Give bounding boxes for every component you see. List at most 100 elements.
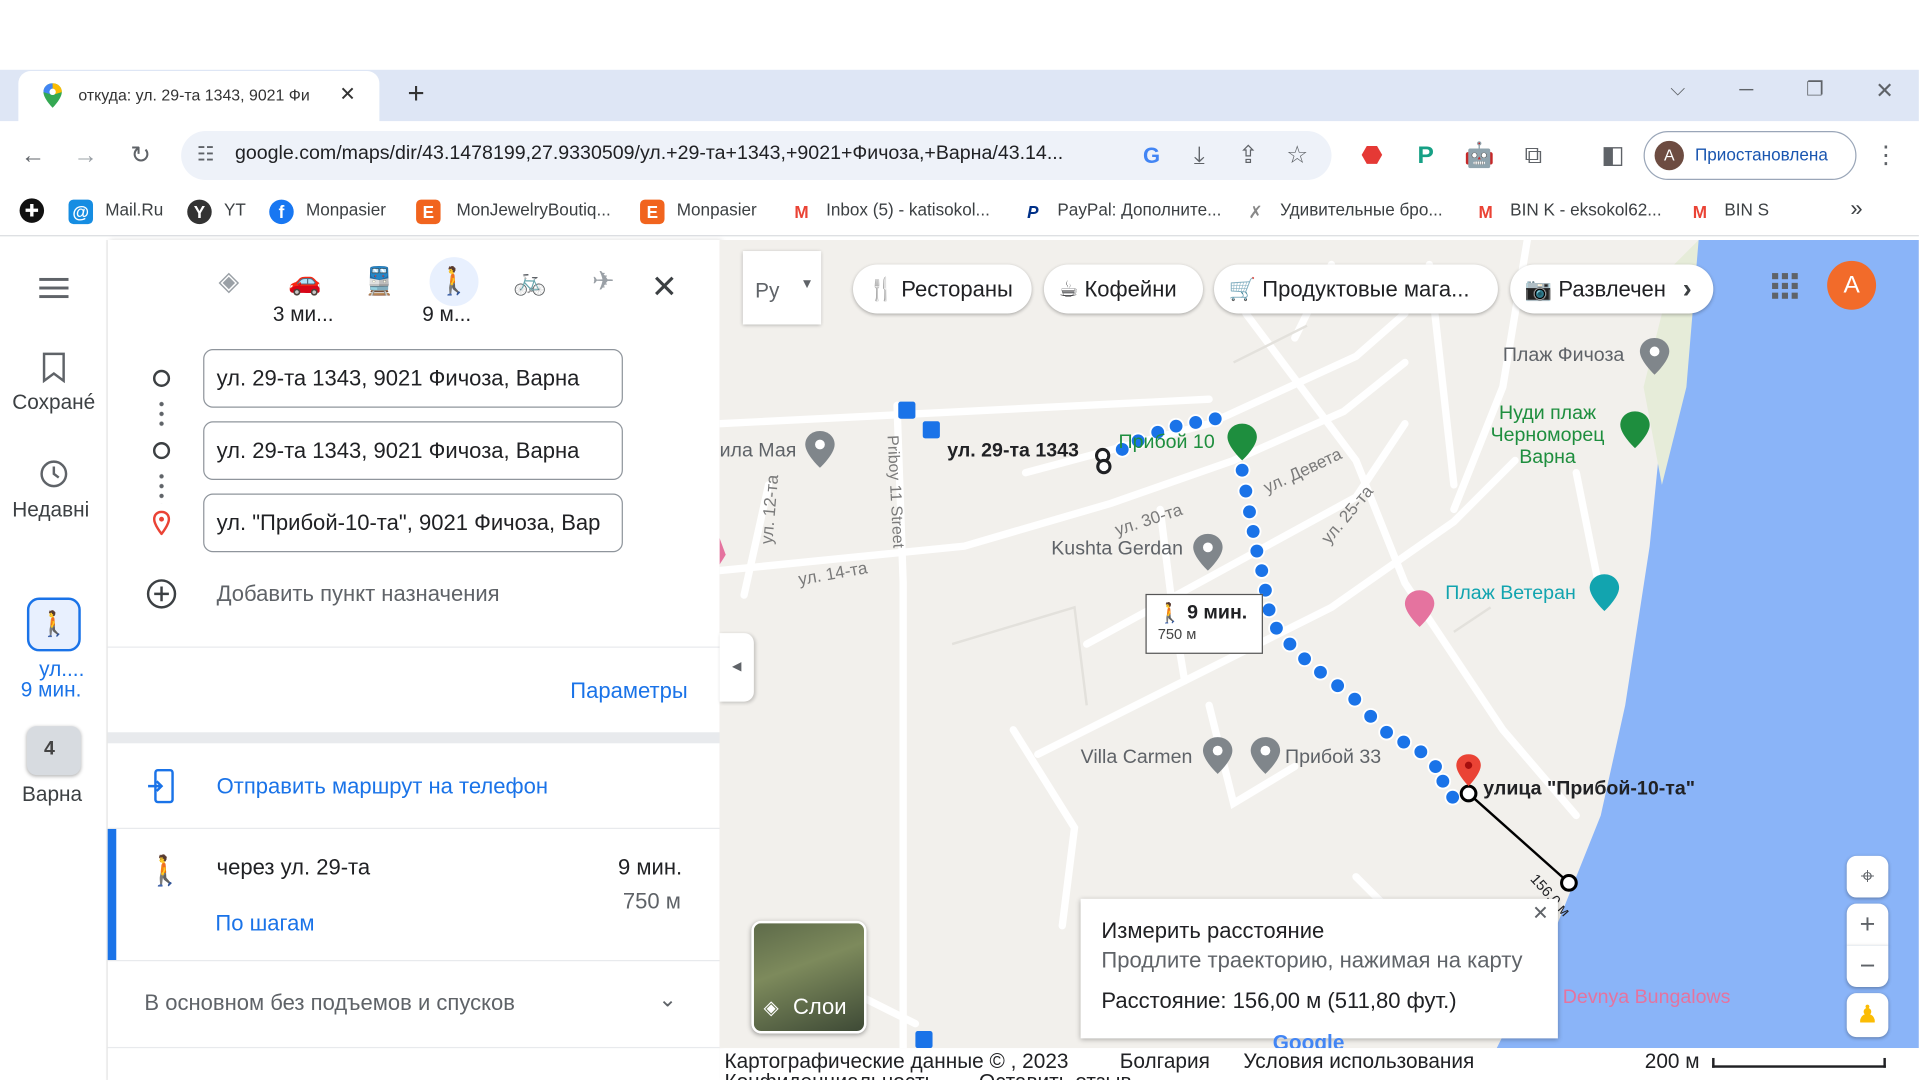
bookmark-item[interactable]: MonJewelryBoutiq... — [456, 200, 610, 220]
bookmark-item[interactable]: Monpasier — [306, 200, 386, 220]
walk-time: 9 м... — [422, 302, 472, 326]
bookmark-item[interactable]: YT — [224, 200, 246, 220]
walk-icon[interactable]: 🚶 — [436, 263, 473, 300]
share-icon[interactable]: ⇪ — [1232, 141, 1264, 170]
pegman-icon[interactable]: ♟ — [1846, 993, 1889, 1038]
reload-icon[interactable]: ↻ — [125, 141, 157, 170]
feedback-link[interactable]: Оставить отзыв — [979, 1070, 1131, 1080]
layers-label: Слои — [793, 994, 847, 1019]
bookmark-star-icon[interactable]: ☆ — [1281, 141, 1313, 170]
site-settings-icon[interactable]: ☷ — [190, 141, 222, 170]
terms-link[interactable]: Условия использования — [1243, 1049, 1474, 1073]
measure-close-icon[interactable]: ✕ — [1532, 901, 1548, 925]
bookmark-item[interactable]: BIN S — [1724, 200, 1769, 220]
side-panel-icon[interactable]: ◧ — [1597, 141, 1629, 170]
user-avatar[interactable]: A — [1827, 260, 1877, 310]
nudi-beach-label[interactable]: Нуди плаж Черноморец Варна — [1491, 403, 1605, 469]
etsy-icon: E — [640, 199, 665, 225]
beach-fichoza-label[interactable]: Плаж Фичоза — [1503, 345, 1625, 367]
transit-icon[interactable]: 🚆 — [361, 263, 398, 300]
tab-close-icon[interactable]: ✕ — [332, 81, 364, 110]
zoom-in-icon[interactable]: + — [1846, 903, 1889, 946]
varna-label[interactable]: Варна — [22, 782, 82, 806]
extensions-puzzle-icon[interactable]: ⧉ — [1518, 141, 1550, 170]
bookmark-item[interactable]: PayPal: Дополните... — [1057, 200, 1221, 220]
layers-icon: ◈ — [763, 997, 779, 1019]
waypoint-input[interactable]: ул. 29-та 1343, 9021 Фичоза, Варна — [203, 421, 623, 481]
robot-extension-icon[interactable]: 🤖 — [1464, 141, 1496, 170]
menu-icon[interactable] — [39, 277, 69, 299]
camera-icon: 📷 — [1524, 276, 1553, 302]
chrome-menu-icon[interactable]: ⋮ — [1870, 141, 1902, 170]
expand-chevron-icon[interactable]: ⌄ — [658, 987, 676, 1013]
my-location-icon[interactable]: ⌖ — [1846, 855, 1889, 898]
zoom-out-icon[interactable]: − — [1846, 945, 1889, 987]
google-apps-grid-icon[interactable] — [1771, 272, 1800, 301]
vila-maya-label[interactable]: ила Мая — [720, 441, 797, 463]
map-scale-label[interactable]: 200 м — [1645, 1049, 1700, 1073]
bookmark-item[interactable]: Inbox (5) - katisokol... — [826, 200, 990, 220]
saved-bookmark-icon[interactable] — [40, 351, 67, 384]
gmail-icon: M — [1692, 202, 1707, 222]
chip-restaurants-label: Рестораны — [901, 276, 1013, 302]
adblock-extension-icon[interactable]: ⬣ — [1356, 141, 1388, 170]
chip-cafes[interactable]: ☕ Кофейни — [1043, 264, 1203, 314]
tab-search-chevron-icon[interactable]: ⌵ — [1662, 76, 1694, 105]
collapse-panel-button[interactable]: ◀ — [719, 633, 754, 702]
chip-restaurants[interactable]: 🍴 Рестораны — [852, 264, 1032, 314]
restaurant-icon: 🍴 — [867, 276, 896, 302]
window-close-icon[interactable]: ✕ — [1869, 76, 1901, 105]
priboi10-label[interactable]: Прибой 10 — [1119, 432, 1215, 454]
minimize-icon[interactable]: ─ — [1730, 76, 1762, 105]
restore-icon[interactable]: ❐ — [1799, 76, 1831, 105]
bookmark-item[interactable]: Monpasier — [677, 200, 757, 220]
add-destination-link[interactable]: Добавить пункт назначения — [217, 582, 500, 608]
profile-status-label: Приостановлена — [1694, 144, 1828, 165]
extension-p-icon[interactable]: P — [1410, 141, 1442, 170]
saved-label[interactable]: Сохранé — [12, 391, 98, 415]
car-icon[interactable]: 🚗 — [286, 263, 323, 300]
send-to-phone-link[interactable]: Отправить маршрут на телефон — [217, 774, 548, 800]
measure-distance-value: Расстояние: 156,00 м (511,80 фут.) — [1101, 988, 1457, 1013]
privacy-link[interactable]: Конфиденциальность — [724, 1070, 935, 1080]
villa-carmen-label[interactable]: Villa Carmen — [1081, 747, 1193, 769]
back-icon[interactable]: ← — [17, 141, 49, 170]
cart-icon: 🛒 — [1228, 276, 1257, 302]
bookmarks-overflow-button[interactable]: » — [1850, 196, 1862, 222]
language-label: Ру — [755, 279, 780, 303]
country-link[interactable]: Болгария — [1120, 1049, 1210, 1073]
chip-grocery[interactable]: 🛒 Продуктовые мага... — [1214, 264, 1498, 314]
poi-pin-icon — [1250, 737, 1281, 774]
url-text[interactable]: google.com/maps/dir/43.1478199,27.933050… — [235, 143, 1126, 165]
apps-bookmark-icon[interactable]: ✚ — [19, 198, 45, 223]
priboi33-label[interactable]: Прибой 33 — [1285, 747, 1381, 769]
best-route-icon[interactable]: ◈ — [210, 263, 247, 300]
beach-veteran-label[interactable]: Плаж Ветеран — [1445, 583, 1575, 605]
forward-icon[interactable]: → — [70, 141, 102, 170]
bike-icon[interactable]: 🚲 — [512, 263, 549, 300]
chips-next-chevron-icon[interactable]: › — [1683, 273, 1692, 305]
kushta-gerdan-label[interactable]: Kushta Gerdan — [1051, 539, 1183, 561]
add-destination-icon[interactable] — [146, 578, 178, 610]
bus-stop-icon — [915, 1031, 933, 1049]
flight-icon[interactable]: ✈ — [585, 263, 622, 300]
recent-route-walk-icon[interactable]: 🚶 — [26, 597, 81, 652]
params-link[interactable]: Параметры — [570, 678, 687, 704]
install-app-icon[interactable]: ⤓ — [1183, 141, 1215, 170]
recent-label[interactable]: Недавні — [12, 498, 98, 522]
origin-input[interactable]: ул. 29-та 1343, 9021 Фичоза, Варна — [203, 348, 623, 408]
devnya-bungalows-label[interactable]: Devnya Bungalows — [1563, 987, 1731, 1009]
mailru-icon: @ — [68, 199, 94, 225]
bookmark-item[interactable]: Mail.Ru — [105, 200, 163, 220]
destination-input[interactable]: ул. "Прибой-10-та", 9021 Фичоза, Вар — [203, 493, 623, 553]
send-to-phone-icon[interactable] — [147, 768, 176, 805]
steps-link[interactable]: По шагам — [215, 911, 314, 937]
elevation-info[interactable]: В основном без подъемов и спусков — [144, 991, 515, 1017]
new-tab-icon[interactable]: + — [400, 79, 432, 109]
recent-history-icon[interactable] — [38, 458, 70, 490]
bookmark-item[interactable]: Удивительные бро... — [1280, 200, 1443, 220]
maps-pin-icon — [42, 83, 64, 108]
close-directions-icon[interactable]: ✕ — [651, 269, 678, 303]
google-lens-icon[interactable]: G — [1136, 141, 1168, 170]
bookmark-item[interactable]: BIN K - eksokol62... — [1510, 200, 1661, 220]
